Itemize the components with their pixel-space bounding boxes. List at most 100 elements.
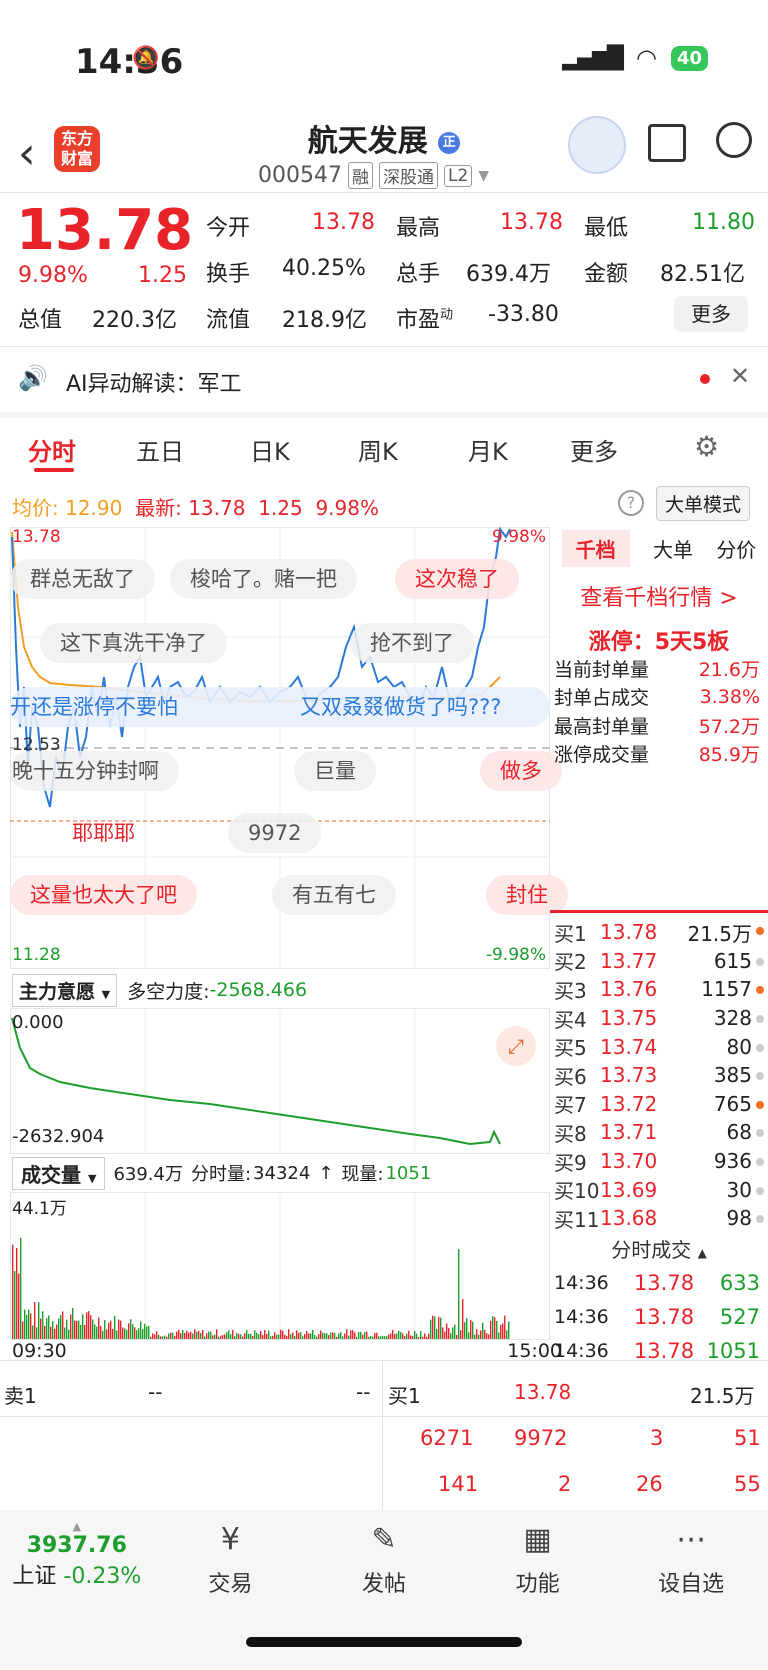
volume-bar [190,1331,192,1339]
volume-bar [490,1320,492,1339]
danmu-comment[interactable]: 耶耶耶 [52,813,155,853]
danmu-comment[interactable]: 有五有七 [272,875,396,915]
volume-bar [304,1333,306,1339]
danmu-comment[interactable]: 抢不到了 [350,623,474,663]
bid-row: 买7 13.72 765 [550,1090,768,1119]
volume-bar [188,1332,190,1339]
bid-dot [756,1129,764,1138]
volume-bar [286,1335,288,1339]
amount-value: 82.51亿 [660,262,745,287]
volume-bar [132,1324,134,1339]
volume-bar [318,1334,320,1339]
danmu-comment[interactable]: 巨量 [294,751,376,791]
nav-functions[interactable]: ▦ 功能 [461,1510,615,1610]
verified-icon: 正 [438,131,461,154]
nav-post[interactable]: ✎ 发帖 [307,1510,461,1610]
danmu-comment[interactable]: 封住 [486,875,568,915]
more-button[interactable]: 更多 [674,296,748,332]
ticks-title[interactable]: 分时成交 ▲ [550,1234,768,1268]
high-label: 最高 [396,216,441,241]
close-icon[interactable]: ✕ [730,362,750,390]
bid-label: 买2 [554,950,587,975]
volume-bar [404,1336,406,1339]
share-icon[interactable] [648,124,686,162]
buy1-price: 13.78 [514,1380,572,1404]
volume-bar [438,1316,440,1339]
gear-icon[interactable]: ⚙ [694,430,719,463]
volume-bar [442,1327,444,1339]
volume-total: 639.4万 [113,1164,183,1185]
view-thousand-link[interactable]: 查看千档行情 > [550,580,768,612]
bid-volume: 21.5万 [672,918,764,947]
intraday-chart[interactable]: 13.78 9.98% 12.53 11.28 -9.98% 群总无敌了 梭哈了… [10,527,568,969]
volume-bar [302,1336,304,1339]
volume-bar [198,1330,200,1339]
edit-icon: ✎ [371,1522,397,1557]
indicator-value: -2568.466 [209,979,308,1001]
bid-label: 买3 [554,978,587,1003]
amount-label: 金额 [584,262,629,287]
big-order-mode-button[interactable]: 大单模式 [656,486,751,521]
danmu-comment[interactable]: 9972 [228,813,322,853]
volume-bar [204,1336,206,1339]
tab-big-order[interactable]: 大单 [653,534,693,563]
tab-intraday[interactable]: 分时 [28,432,76,467]
danmu-comment[interactable]: 梭哈了。赌一把 [170,559,357,599]
danmu-comment[interactable]: 群总无敌了 [10,559,155,599]
tab-weekly-k[interactable]: 周K [358,432,398,467]
tab-monthly-k[interactable]: 月K [468,432,508,467]
indicator-select[interactable]: 主力意愿 ▼ [12,973,118,1007]
volume-bar [170,1332,172,1339]
bid-dot [756,986,764,995]
volume-bar [278,1334,280,1339]
index-ticker[interactable]: ▲ 3937.76 上证 -0.23% [0,1510,154,1610]
expand-icon[interactable]: ⤢ [496,1026,536,1066]
tab-price-dist[interactable]: 分价 [716,534,756,563]
danmu-comment[interactable]: 又双叒叕做货了吗??? [300,687,501,727]
divider [0,412,768,418]
nav-trade[interactable]: ¥ 交易 [154,1510,308,1610]
volume-min-value: 34324 [253,1162,311,1184]
volume-bar [124,1328,126,1339]
danmu-comment[interactable]: 这下真洗干净了 [40,623,227,663]
volume-bar [88,1311,90,1339]
danmu-comment[interactable]: 开还是涨停不要怕 [10,687,178,727]
volume-bar [162,1336,164,1339]
bid-row: 买1 13.78 21.5万 [550,918,768,947]
help-icon[interactable]: ? [618,490,644,516]
danmu-comment[interactable]: 晚十五分钟封啊 [10,751,179,791]
limit-up-title: 涨停：5天5板 [588,630,730,655]
danmu-comment[interactable]: 这次稳了 [395,559,519,599]
tab-more[interactable]: 更多 [570,432,618,467]
stock-code-row[interactable]: 000547 融 深股通 L2 ▼ [258,162,489,189]
tab-thousand[interactable]: 千档 [561,529,630,567]
tab-daily-k[interactable]: 日K [250,432,290,467]
bid-dot [756,1186,764,1195]
grid-icon: ▦ [523,1522,552,1557]
tab-5day[interactable]: 五日 [136,432,184,467]
search-icon[interactable] [716,122,752,158]
volume-bar [118,1319,120,1339]
indicator-chart[interactable]: 0.000 -2632.904 ⤢ [10,1008,550,1154]
nav-add-watchlist[interactable]: ⋯ 设自选 [614,1510,768,1610]
volume-bar [84,1325,86,1339]
volume-chart[interactable]: 44.1万 09:30 15:00 [10,1192,562,1362]
volume-bar [150,1336,152,1339]
bid-price: 13.68 [600,1206,658,1231]
home-indicator[interactable] [246,1637,522,1647]
volume-bar [410,1335,412,1339]
danmu-comment[interactable]: 这量也太大了吧 [10,875,197,915]
volume-bar [300,1332,302,1339]
volume-bar [402,1333,404,1339]
volume-bar [100,1325,102,1339]
ai-banner-text[interactable]: AI异动解读：军工 [66,366,242,398]
bid-volume: 1157 [672,977,764,1001]
volume-select[interactable]: 成交量 ▼ [12,1156,106,1190]
volume-bar [480,1330,482,1339]
volume-bar [78,1320,80,1339]
volume-bar [62,1311,64,1339]
ai-robot-avatar[interactable] [568,116,626,174]
volume-bar [242,1336,244,1339]
order-cell: 55 [734,1472,761,1496]
volume-bar [420,1331,422,1339]
